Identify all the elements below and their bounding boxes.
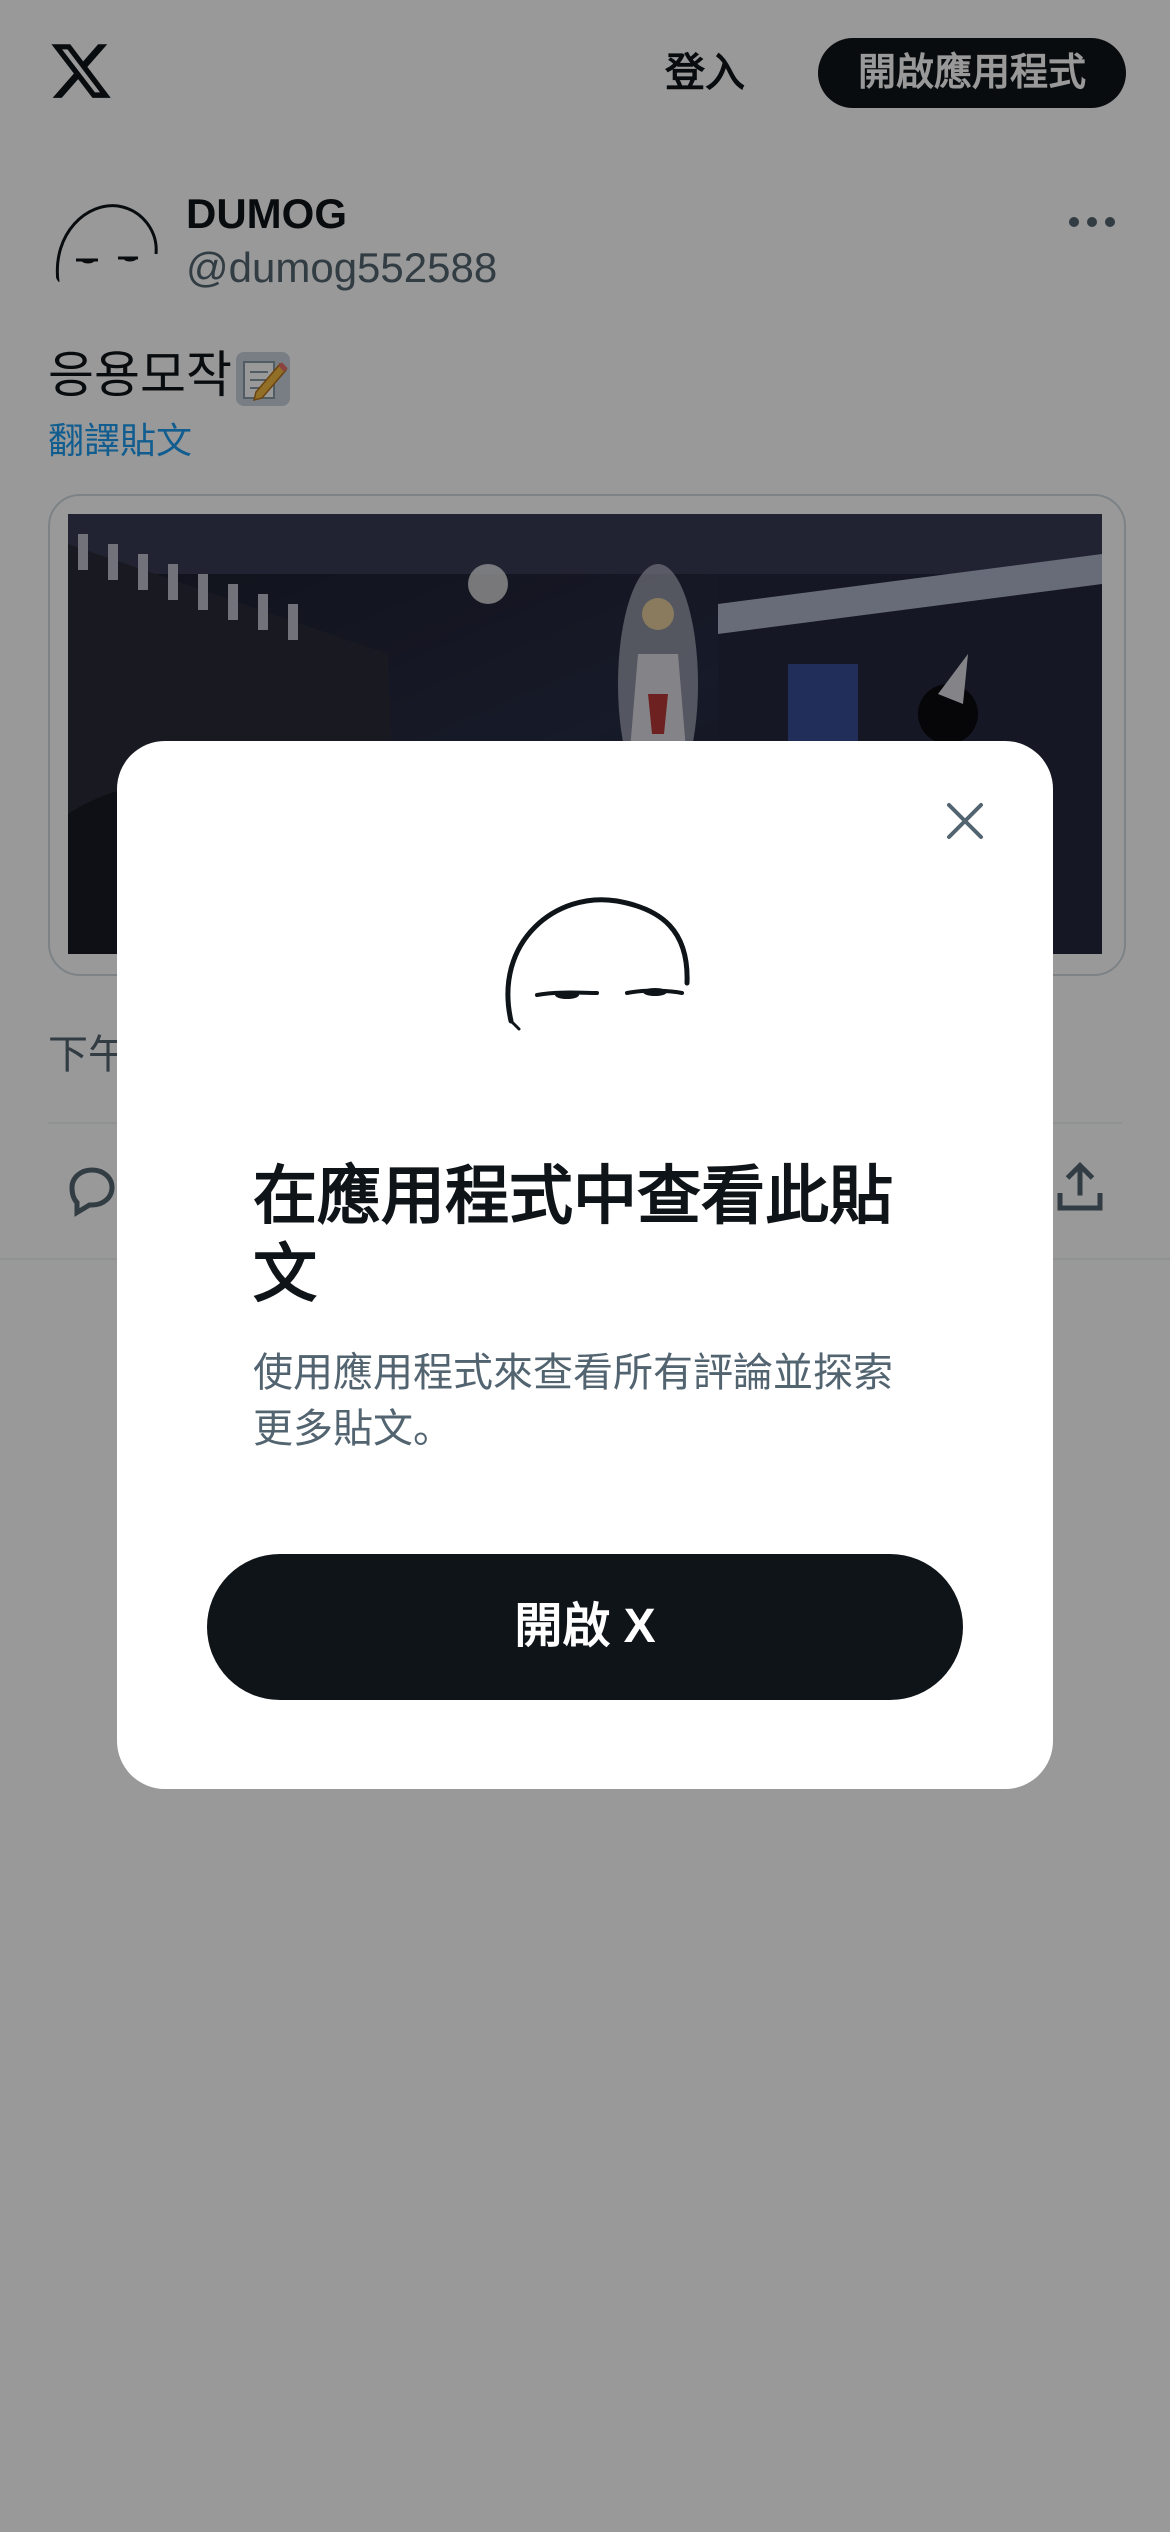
- open-x-button[interactable]: 開啟 X: [207, 1554, 963, 1700]
- open-in-app-modal: 在應用程式中查看此貼文 使用應用程式來查看所有評論並探索更多貼文。 開啟 X: [117, 741, 1053, 1789]
- close-icon[interactable]: [935, 791, 995, 851]
- profile-illustration: [505, 897, 690, 1031]
- modal-title: 在應用程式中查看此貼文: [253, 1160, 893, 1310]
- modal-subtitle: 使用應用程式來查看所有評論並探索更多貼文。: [253, 1351, 893, 1451]
